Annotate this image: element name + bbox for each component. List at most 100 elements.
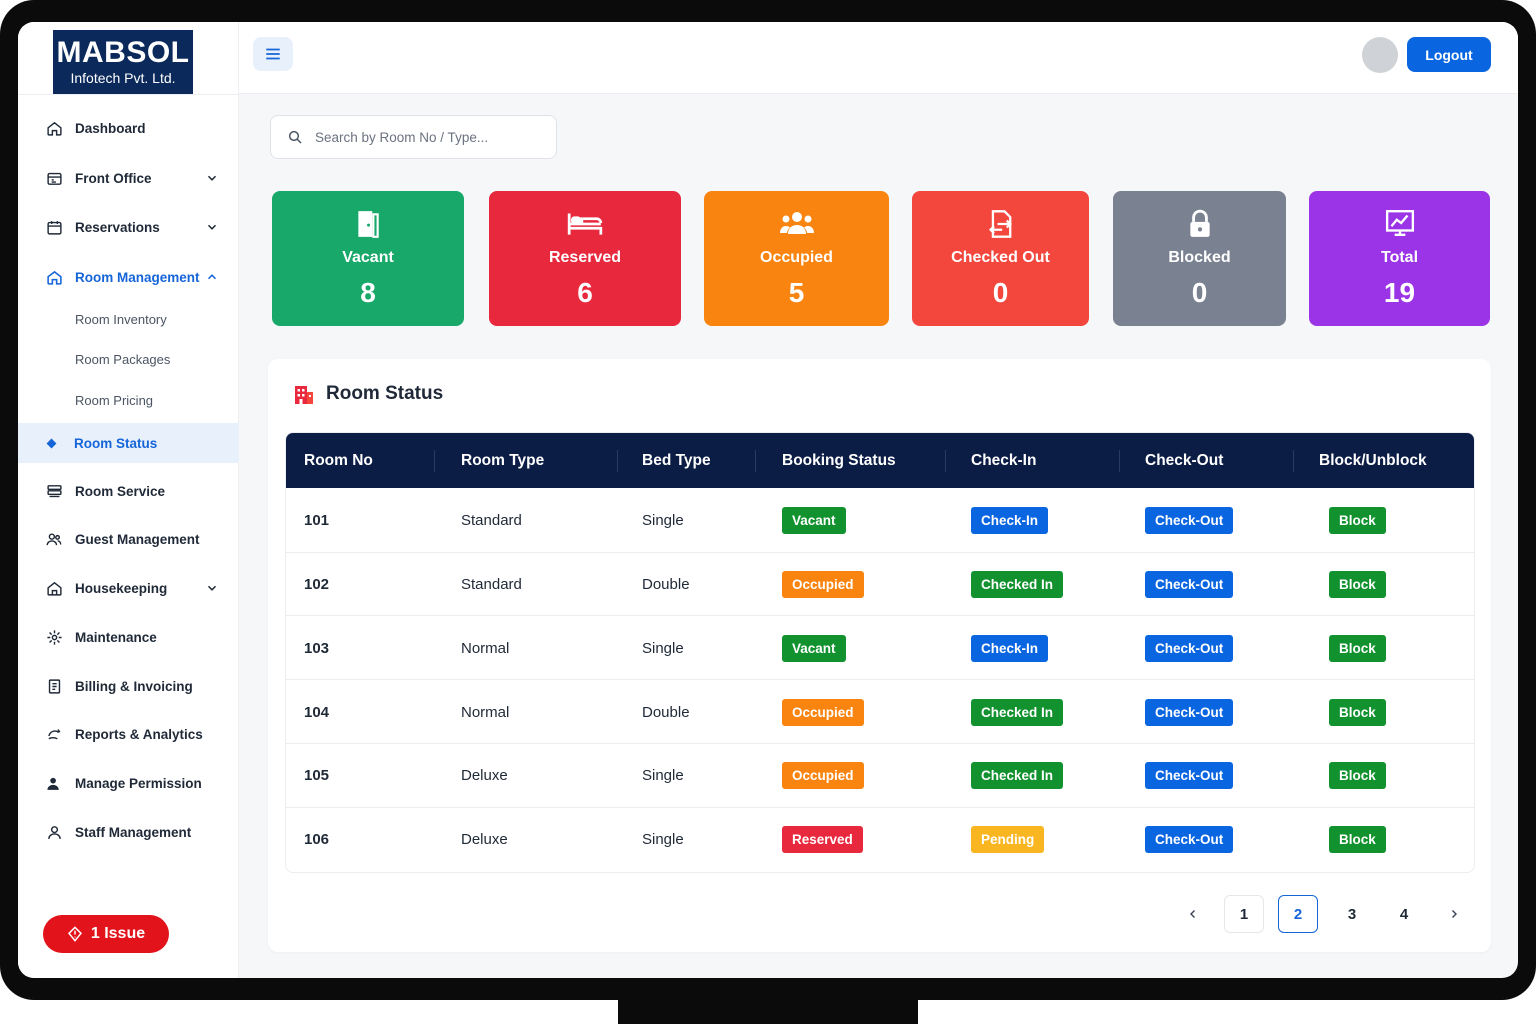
- check-in-button[interactable]: Pending: [971, 826, 1045, 853]
- sidebar-item-front-office[interactable]: Front Office: [18, 159, 239, 197]
- block-button[interactable]: Block: [1329, 698, 1386, 726]
- sidebar-item-maintenance[interactable]: Maintenance: [18, 618, 239, 656]
- search-box[interactable]: [270, 115, 557, 159]
- booking-status-badge-cell: Occupied: [782, 744, 864, 808]
- issue-button[interactable]: 1 Issue: [43, 915, 169, 953]
- block-button-cell: Block: [1329, 616, 1386, 680]
- check-in-button[interactable]: Checked In: [971, 698, 1064, 726]
- stat-value: 6: [577, 277, 593, 308]
- stat-value: 5: [788, 277, 805, 308]
- sidebar-subitem-room-pricing[interactable]: Room Pricing: [75, 385, 153, 415]
- sidebar-item-billing[interactable]: Billing & Invoicing: [18, 667, 239, 705]
- check-out-button[interactable]: Check-Out: [1145, 826, 1234, 853]
- check-in-button[interactable]: Check-In: [971, 506, 1049, 534]
- block-button[interactable]: Block: [1329, 826, 1386, 853]
- sidebar-item-room-service[interactable]: Room Service: [18, 472, 239, 510]
- room-number: 106: [304, 831, 330, 848]
- logout-button[interactable]: Logout: [1407, 37, 1491, 72]
- bed-icon: [489, 209, 681, 241]
- stat-label: Checked Out: [951, 249, 1050, 266]
- bed-type: Double: [642, 703, 690, 721]
- column-header-bed-type[interactable]: Bed Type: [642, 433, 711, 488]
- stat-card-vacant[interactable]: Vacant 8: [272, 191, 464, 326]
- column-header-room-no[interactable]: Room No: [304, 433, 373, 488]
- pagination-page-3[interactable]: 3: [1332, 895, 1372, 933]
- check-in-button[interactable]: Check-In: [971, 634, 1049, 662]
- user-avatar[interactable]: [1362, 37, 1398, 73]
- check-out-button-cell: Check-Out: [1145, 680, 1234, 744]
- chevron-down-icon: [205, 220, 219, 234]
- sidebar-item-room-management[interactable]: Room Management: [18, 258, 239, 296]
- sidebar-item-label: Billing & Invoicing: [75, 678, 193, 694]
- door-icon: [272, 209, 464, 241]
- pagination-next[interactable]: [1442, 895, 1466, 933]
- sidebar-item-dashboard[interactable]: Dashboard: [18, 109, 239, 147]
- block-button-cell: Block: [1329, 808, 1386, 872]
- pagination-prev[interactable]: [1181, 895, 1205, 933]
- room-type: Standard: [461, 576, 522, 594]
- sidebar-item-guest-management[interactable]: Guest Management: [18, 520, 239, 558]
- column-header-check-in[interactable]: Check-In: [971, 433, 1036, 488]
- check-out-button[interactable]: Check-Out: [1145, 762, 1234, 790]
- column-header-booking-status[interactable]: Booking Status: [782, 433, 896, 488]
- block-button[interactable]: Block: [1329, 571, 1386, 599]
- brand-logo[interactable]: MABSOL Infotech Pvt. Ltd.: [53, 30, 193, 94]
- booking-status-badge-cell: Occupied: [782, 680, 864, 744]
- check-out-button[interactable]: Check-Out: [1145, 571, 1234, 599]
- sidebar-subitem-room-status[interactable]: Room Status: [18, 423, 239, 463]
- check-out-button[interactable]: Check-Out: [1145, 634, 1234, 662]
- column-header-block-unblock[interactable]: Block/Unblock: [1319, 433, 1427, 488]
- column-header-room-type[interactable]: Room Type: [461, 433, 544, 488]
- check-out-button[interactable]: Check-Out: [1145, 506, 1234, 534]
- room-status-panel: Room Status Room No Room Type Bed Type B…: [268, 359, 1491, 952]
- invoice-icon: [45, 677, 63, 695]
- booking-status-badge: Reserved: [782, 826, 863, 853]
- sidebar-item-manage-permission[interactable]: Manage Permission: [18, 764, 239, 802]
- booking-status-badge-cell: Occupied: [782, 553, 864, 617]
- stat-card-total[interactable]: Total 19: [1309, 191, 1490, 326]
- check-out-button-cell: Check-Out: [1145, 744, 1234, 808]
- check-in-button[interactable]: Checked In: [971, 762, 1064, 790]
- block-button[interactable]: Block: [1329, 762, 1386, 790]
- check-in-button-cell: Pending: [971, 808, 1045, 872]
- chevron-down-icon: [205, 171, 219, 185]
- room-type: Deluxe: [461, 831, 508, 848]
- analytics-icon: [1309, 209, 1490, 241]
- sidebar-item-label: Room Management: [75, 269, 200, 285]
- pagination-page-1[interactable]: 1: [1224, 895, 1264, 933]
- stat-value: 0: [1191, 277, 1208, 308]
- search-input[interactable]: [315, 129, 535, 145]
- column-header-check-out[interactable]: Check-Out: [1145, 433, 1223, 488]
- stat-card-checked-out[interactable]: Checked Out 0: [912, 191, 1089, 326]
- sidebar-item-reports[interactable]: Reports & Analytics: [18, 715, 239, 753]
- sidebar-item-housekeeping[interactable]: Housekeeping: [18, 569, 239, 607]
- check-in-button[interactable]: Checked In: [971, 571, 1064, 599]
- sidebar-subitem-room-inventory[interactable]: Room Inventory: [75, 304, 167, 334]
- check-out-button[interactable]: Check-Out: [1145, 698, 1234, 726]
- stat-card-blocked[interactable]: Blocked 0: [1113, 191, 1286, 326]
- sidebar-divider: [18, 94, 239, 95]
- check-in-button-cell: Check-In: [971, 616, 1049, 680]
- booking-status-badge: Vacant: [782, 506, 846, 534]
- sidebar: MABSOL Infotech Pvt. Ltd. Dashboard Fron…: [18, 22, 239, 978]
- column-divider: [617, 450, 618, 472]
- pagination-page-2-current[interactable]: 2: [1278, 895, 1318, 933]
- sidebar-item-label: Maintenance: [75, 629, 157, 645]
- stat-card-occupied[interactable]: Occupied 5: [704, 191, 889, 326]
- pagination-page-4[interactable]: 4: [1384, 895, 1424, 933]
- block-button[interactable]: Block: [1329, 506, 1386, 534]
- sidebar-subitem-room-packages[interactable]: Room Packages: [75, 344, 170, 374]
- stat-card-reserved[interactable]: Reserved 6: [489, 191, 681, 326]
- sidebar-item-reservations[interactable]: Reservations: [18, 208, 239, 246]
- sidebar-item-label: Manage Permission: [75, 775, 202, 791]
- sidebar-item-staff-management[interactable]: Staff Management: [18, 813, 239, 851]
- sidebar-item-label: Dashboard: [75, 120, 146, 136]
- check-out-button-cell: Check-Out: [1145, 553, 1234, 617]
- checkout-icon: [912, 209, 1089, 241]
- menu-toggle-button[interactable]: [253, 37, 293, 71]
- bed-type: Single: [642, 639, 684, 657]
- sidebar-item-label: Staff Management: [75, 824, 192, 840]
- stat-label: Blocked: [1168, 249, 1231, 266]
- stat-label: Occupied: [760, 249, 833, 266]
- block-button[interactable]: Block: [1329, 634, 1386, 662]
